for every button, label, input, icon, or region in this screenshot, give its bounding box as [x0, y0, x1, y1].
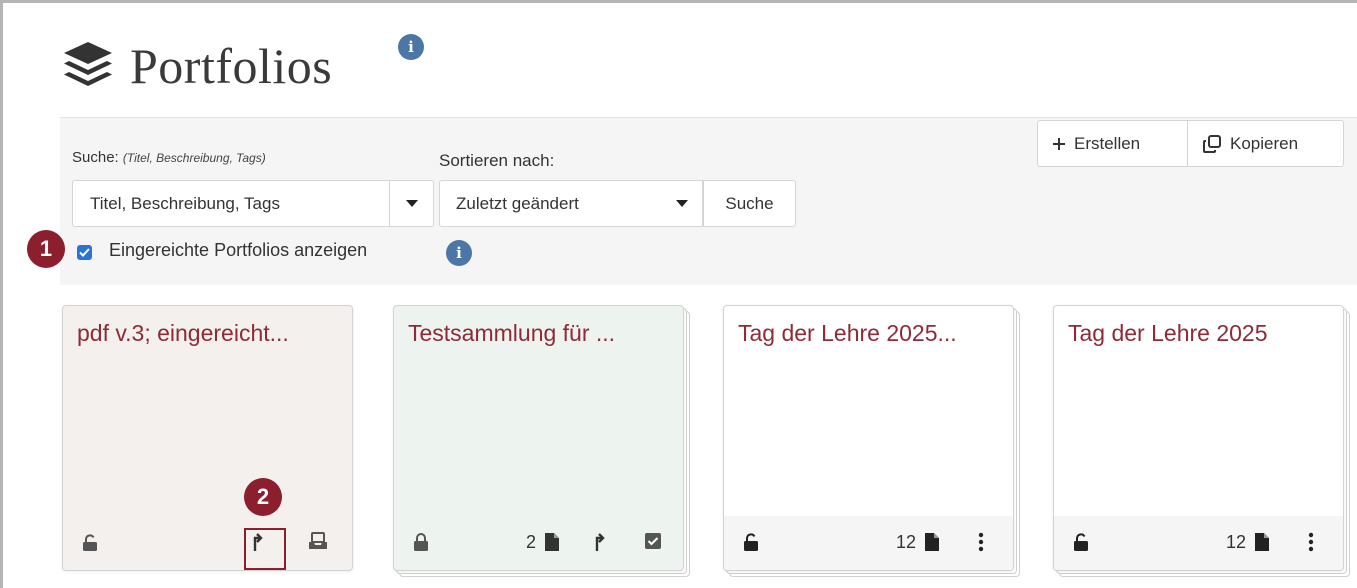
copy-label: Kopieren [1230, 133, 1299, 153]
page-count: 12 [896, 532, 917, 552]
search-button[interactable]: Suche [703, 180, 796, 227]
sort-select[interactable]: Zuletzt geändert [439, 180, 703, 227]
kebab-menu-icon[interactable] [978, 532, 984, 552]
sort-value: Zuletzt geändert [456, 193, 579, 213]
search-label-text: Suche: [72, 149, 119, 166]
page-icon [1254, 532, 1270, 552]
search-field-dropdown-toggle[interactable] [389, 181, 433, 226]
page-icon [924, 532, 940, 552]
show-submitted-label[interactable]: Eingereichte Portfolios anzeigen [109, 240, 367, 261]
unlock-icon[interactable] [1072, 532, 1090, 552]
copy-icon [1202, 134, 1222, 154]
portfolio-title[interactable]: Testsammlung für ... [408, 320, 615, 347]
caret-down-icon [405, 200, 418, 207]
search-hint: (Titel, Beschreibung, Tags) [122, 151, 266, 165]
portfolio-card[interactable]: Tag der Lehre 2025... 12 [723, 305, 1014, 571]
page-header: Portfolios [60, 36, 332, 96]
page-count: 12 [1226, 532, 1247, 552]
portfolio-card[interactable]: Tag der Lehre 2025 12 [1053, 305, 1344, 571]
layers-icon [64, 42, 112, 86]
annotation-badge-2: 2 [244, 478, 282, 516]
card-footer [63, 516, 352, 570]
kebab-menu-icon[interactable] [1308, 532, 1314, 552]
submit-icon[interactable] [593, 530, 609, 552]
page-title: Portfolios [130, 38, 333, 94]
checkmark-icon [79, 248, 90, 257]
portfolio-title[interactable]: Tag der Lehre 2025... [738, 320, 957, 347]
copy-button[interactable]: Kopieren [1188, 120, 1344, 167]
caret-down-icon [676, 200, 688, 207]
create-button[interactable]: Erstellen [1037, 120, 1188, 167]
portfolio-title[interactable]: pdf v.3; eingereicht... [77, 320, 289, 347]
card-footer: 12 [724, 516, 1013, 570]
unlock-icon[interactable] [742, 532, 760, 552]
card-footer: 2 [394, 516, 683, 570]
search-label: Suche: (Titel, Beschreibung, Tags) [72, 149, 266, 166]
submitted-info-icon[interactable]: i [446, 240, 472, 266]
plus-icon [1052, 137, 1066, 151]
sort-label: Sortieren nach: [439, 151, 555, 170]
lock-icon[interactable] [412, 532, 430, 552]
portfolio-card[interactable]: pdf v.3; eingereicht... [62, 305, 353, 571]
unlock-icon[interactable] [81, 534, 99, 552]
title-info-icon[interactable]: i [398, 34, 424, 60]
show-submitted-checkbox[interactable] [77, 245, 92, 260]
search-field-value: Titel, Beschreibung, Tags [90, 193, 280, 213]
create-label: Erstellen [1074, 133, 1141, 153]
page-icon [544, 532, 560, 552]
annotation-highlight-box [244, 528, 286, 570]
toolbar-buttons: Erstellen Kopieren [1037, 120, 1344, 167]
annotation-badge-1: 1 [27, 230, 65, 268]
portfolio-card[interactable]: Testsammlung für ... 2 [393, 305, 684, 571]
inbox-icon[interactable] [308, 532, 328, 550]
card-footer: 12 [1054, 516, 1343, 570]
page-count: 2 [526, 532, 537, 552]
portfolio-title[interactable]: Tag der Lehre 2025 [1068, 320, 1268, 347]
checkbox-icon[interactable] [644, 532, 662, 550]
search-field-select[interactable]: Titel, Beschreibung, Tags [72, 180, 434, 227]
